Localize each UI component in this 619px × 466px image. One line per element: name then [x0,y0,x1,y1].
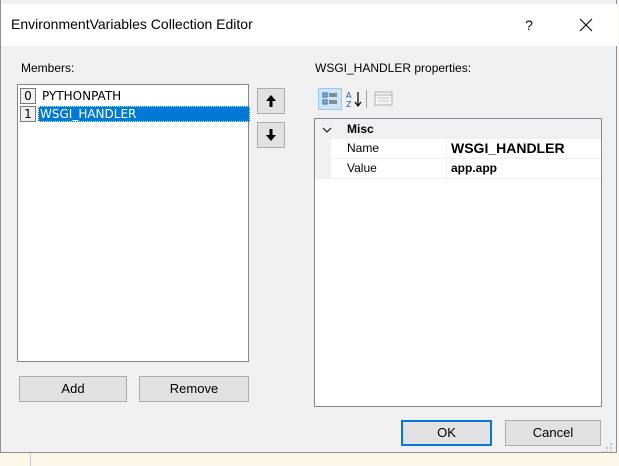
property-name: Name [331,139,447,158]
category-label: Misc [347,122,374,136]
property-grid[interactable]: Misc Name WSGI_HANDLER Value app.app [314,118,602,407]
background-strip [0,453,619,466]
window-title: EnvironmentVariables Collection Editor [11,16,253,32]
move-up-button[interactable] [257,88,285,114]
property-pages-button[interactable] [372,88,396,110]
row-margin [315,139,331,158]
property-row-value[interactable]: Value app.app [315,159,601,179]
close-button[interactable] [568,10,604,40]
background-divider [30,453,31,466]
property-row-name[interactable]: Name WSGI_HANDLER [315,139,601,159]
list-item[interactable]: 0 PYTHONPATH [20,88,248,104]
close-icon [579,18,593,32]
members-listbox[interactable]: 0 PYTHONPATH 1 WSGI_HANDLER [17,84,250,362]
arrow-up-icon [266,95,276,107]
member-name: WSGI_HANDLER [38,106,250,122]
property-name: Value [331,159,447,178]
move-down-button[interactable] [257,122,285,148]
ok-button[interactable]: OK [401,420,492,446]
alphabetical-icon: A Z [346,91,362,109]
member-name: PYTHONPATH [42,89,122,103]
help-button[interactable]: ? [512,10,546,40]
add-button[interactable]: Add [19,376,127,402]
svg-text:Z: Z [346,100,352,109]
arrow-down-icon [266,129,276,141]
property-value[interactable]: WSGI_HANDLER [451,139,565,158]
categorized-icon [322,92,337,105]
property-value[interactable]: app.app [451,159,497,178]
row-margin [315,159,331,178]
property-pages-icon [374,91,393,106]
collection-editor-dialog: EnvironmentVariables Collection Editor ?… [0,0,618,453]
category-row-misc[interactable]: Misc [315,119,601,139]
properties-label: WSGI_HANDLER properties: [315,61,472,75]
member-index: 0 [20,88,36,104]
alphabetical-button[interactable]: A Z [342,88,366,110]
list-item-selected[interactable]: 1 WSGI_HANDLER [20,106,250,122]
property-toolbar: A Z [314,88,494,112]
toolbar-separator [366,90,367,108]
title-bar: EnvironmentVariables Collection Editor ? [1,4,618,46]
remove-button[interactable]: Remove [139,376,249,402]
chevron-down-icon[interactable] [321,124,333,136]
cancel-button[interactable]: Cancel [505,420,601,446]
svg-text:A: A [346,91,352,100]
member-index: 1 [20,106,36,122]
members-label: Members: [21,61,75,75]
categorized-button[interactable] [318,88,342,110]
